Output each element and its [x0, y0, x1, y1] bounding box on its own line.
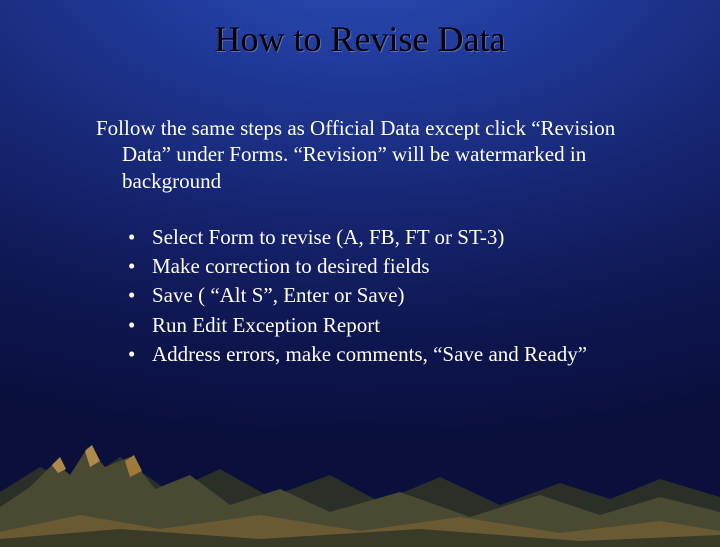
slide-title: How to Revise Data	[0, 18, 720, 60]
list-item: Make correction to desired fields	[152, 253, 648, 279]
list-item: Run Edit Exception Report	[152, 312, 648, 338]
list-item: Save ( “Alt S”, Enter or Save)	[152, 282, 648, 308]
bullet-list: Select Form to revise (A, FB, FT or ST-3…	[96, 224, 648, 367]
intro-paragraph: Follow the same steps as Official Data e…	[96, 115, 648, 194]
list-item: Address errors, make comments, “Save and…	[152, 341, 648, 367]
slide: How to Revise Data Follow the same steps…	[0, 0, 720, 547]
list-item: Select Form to revise (A, FB, FT or ST-3…	[152, 224, 648, 250]
slide-body: Follow the same steps as Official Data e…	[96, 115, 648, 370]
landscape-illustration	[0, 397, 720, 547]
